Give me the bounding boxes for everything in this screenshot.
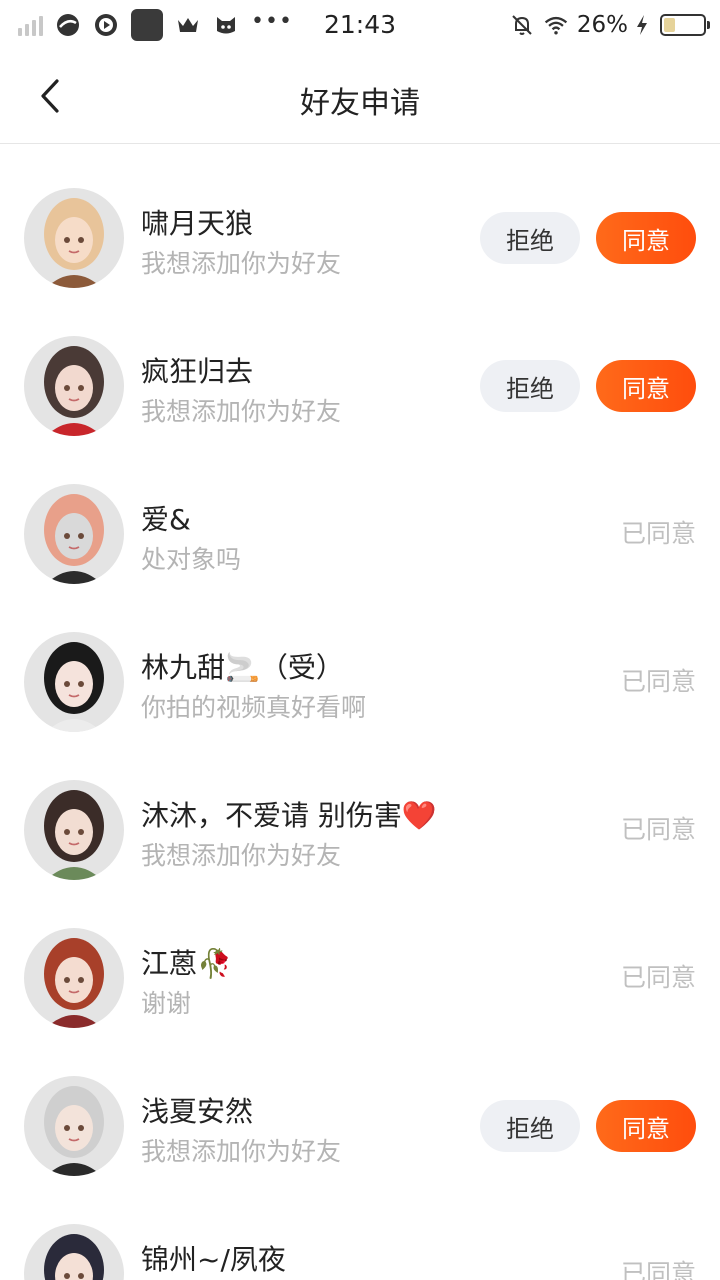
mute-bell-icon bbox=[509, 12, 535, 38]
status-bar: ••• 21:43 26% bbox=[0, 0, 720, 50]
requester-name: 啸月天狼 bbox=[141, 207, 254, 240]
accept-button[interactable]: 同意 bbox=[596, 1100, 696, 1152]
avatar[interactable] bbox=[24, 1224, 124, 1280]
battery-icon bbox=[660, 14, 710, 36]
reject-button[interactable]: 拒绝 bbox=[480, 212, 580, 264]
avatar[interactable] bbox=[24, 1076, 124, 1176]
request-message: 我想添加你为好友 bbox=[141, 841, 342, 870]
requester-name: 江蒽🥀 bbox=[141, 947, 232, 980]
friend-request-row[interactable]: 林九甜🚬（受） 你拍的视频真好看啊 已同意 bbox=[0, 588, 720, 736]
friend-request-row[interactable]: 浅夏安然我想添加你为好友 拒绝 同意 bbox=[0, 1032, 720, 1180]
accept-button[interactable]: 同意 bbox=[596, 360, 696, 412]
avatar[interactable] bbox=[24, 188, 124, 288]
accepted-status: 已同意 bbox=[620, 1259, 696, 1280]
page-title: 好友申请 bbox=[300, 86, 420, 121]
requester-name: 爱& bbox=[141, 503, 191, 536]
requester-name: 林九甜🚬（受） bbox=[141, 651, 344, 684]
request-message: 处对象吗 bbox=[141, 545, 242, 574]
friend-request-list: 啸月天狼 我想添加你为好友 拒绝 同意 疯狂归去 我想添加你为好友 拒绝 同意 爱& 处对象吗 已同… bbox=[0, 144, 720, 1280]
request-message: 我想添加你为好友 bbox=[141, 1137, 342, 1166]
avatar[interactable] bbox=[24, 632, 124, 732]
accepted-status: 已同意 bbox=[620, 815, 696, 844]
friend-request-row[interactable]: 江蒽🥀 谢谢 已同意 bbox=[0, 884, 720, 1032]
reject-button[interactable]: 拒绝 bbox=[480, 1100, 580, 1152]
friend-request-row[interactable]: 爱& 处对象吗 已同意 bbox=[0, 440, 720, 588]
avatar[interactable] bbox=[24, 780, 124, 880]
accepted-status: 已同意 bbox=[620, 963, 696, 992]
friend-request-row[interactable]: 沐沐，不爱请 别伤害❤️ 我想添加你为好友 已同意 bbox=[0, 736, 720, 884]
avatar[interactable] bbox=[24, 484, 124, 584]
accepted-status: 已同意 bbox=[620, 519, 696, 548]
accepted-status: 已同意 bbox=[620, 667, 696, 696]
reject-button[interactable]: 拒绝 bbox=[480, 360, 580, 412]
friend-request-row[interactable]: 锦州~/夙夜 已同意 bbox=[0, 1180, 720, 1280]
request-message: 我想添加你为好友 bbox=[141, 249, 342, 278]
requester-name: 沐沐，不爱请 别伤害❤️ bbox=[141, 799, 437, 832]
charging-icon bbox=[636, 12, 648, 38]
battery-percent: 26% bbox=[576, 12, 628, 38]
friend-request-row[interactable]: 啸月天狼我想添加你为好友 拒绝 同意 bbox=[0, 144, 720, 292]
requester-name: 疯狂归去 bbox=[141, 355, 254, 388]
avatar[interactable] bbox=[24, 928, 124, 1028]
navigation-bar: 好友申请 bbox=[0, 50, 720, 144]
avatar[interactable] bbox=[24, 336, 124, 436]
requester-name: 浅夏安然 bbox=[141, 1095, 254, 1128]
accept-button[interactable]: 同意 bbox=[596, 212, 696, 264]
request-message: 我想添加你为好友 bbox=[141, 397, 342, 426]
friend-request-row[interactable]: 疯狂归去我想添加你为好友 拒绝 同意 bbox=[0, 292, 720, 440]
status-icons-right: 26% bbox=[509, 8, 710, 42]
request-message: 你拍的视频真好看啊 bbox=[141, 693, 367, 722]
requester-name: 锦州~/夙夜 bbox=[141, 1243, 286, 1276]
wifi-icon bbox=[543, 12, 569, 38]
request-message: 谢谢 bbox=[141, 989, 192, 1018]
